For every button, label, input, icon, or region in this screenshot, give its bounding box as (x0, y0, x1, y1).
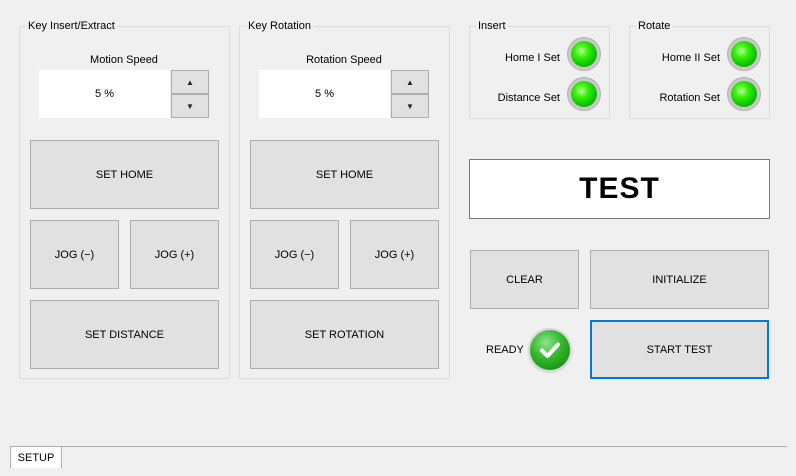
clear-button[interactable]: CLEAR (470, 250, 579, 309)
checkmark-icon (540, 342, 560, 358)
insert-jog-minus-button[interactable]: JOG (−) (30, 220, 119, 289)
motion-speed-value[interactable]: 5 % (39, 70, 170, 118)
initialize-button[interactable]: INITIALIZE (590, 250, 769, 309)
set-rotation-button[interactable]: SET ROTATION (250, 300, 439, 369)
rotation-set-label: Rotation Set (659, 92, 720, 104)
home-i-status-led-icon (571, 41, 597, 67)
rotation-speed-up-button[interactable]: ▲ (391, 70, 429, 94)
insert-set-home-button[interactable]: SET HOME (30, 140, 219, 209)
tab-bar-divider (10, 446, 787, 447)
test-display: TEST (469, 159, 770, 219)
motion-speed-down-button[interactable]: ▼ (171, 94, 209, 118)
motion-speed-label: Motion Speed (90, 54, 158, 66)
home-i-set-label: Home I Set (504, 52, 560, 64)
motion-speed-up-button[interactable]: ▲ (171, 70, 209, 94)
ready-label: READY (486, 344, 524, 356)
insert-jog-plus-button[interactable]: JOG (+) (130, 220, 219, 289)
home-ii-status-led-icon (731, 41, 757, 67)
distance-set-label: Distance Set (497, 92, 560, 104)
rotation-status-led-icon (731, 81, 757, 107)
distance-status-led-icon (571, 81, 597, 107)
rotation-speed-label: Rotation Speed (306, 54, 382, 66)
rotation-set-home-button[interactable]: SET HOME (250, 140, 439, 209)
home-ii-set-label: Home II Set (661, 52, 720, 64)
group-title: Key Rotation (246, 19, 313, 33)
ready-check-circle-icon (530, 330, 570, 370)
group-title: Rotate (636, 19, 673, 33)
group-title: Insert (476, 19, 508, 33)
group-title: Key Insert/Extract (26, 19, 117, 33)
rotation-speed-down-button[interactable]: ▼ (391, 94, 429, 118)
rotation-jog-minus-button[interactable]: JOG (−) (250, 220, 339, 289)
rotation-jog-plus-button[interactable]: JOG (+) (350, 220, 439, 289)
start-test-button[interactable]: START TEST (590, 320, 769, 379)
set-distance-button[interactable]: SET DISTANCE (30, 300, 219, 369)
rotation-speed-value[interactable]: 5 % (259, 70, 390, 118)
tab-setup[interactable]: SETUP (10, 446, 62, 468)
